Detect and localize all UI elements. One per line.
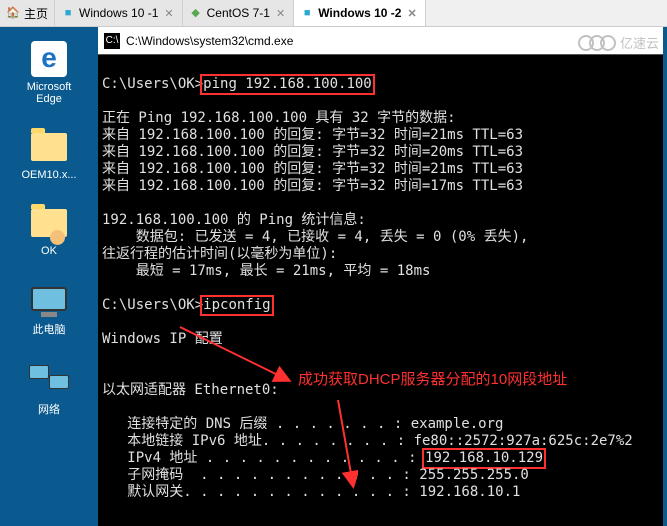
tab-label: Windows 10 -1 [79, 6, 158, 20]
edge-icon: e [29, 39, 69, 79]
tab-win10-1[interactable]: ■ Windows 10 -1 ✕ [55, 0, 183, 26]
close-icon[interactable]: ✕ [274, 7, 287, 20]
folder-icon [29, 127, 69, 167]
centos-icon: ◆ [189, 6, 203, 20]
cmd-output[interactable]: C:\Users\OK>ping 192.168.100.100 正在 Ping… [98, 55, 663, 526]
cmd-text: 来自 192.168.100.100 的回复: 字节=32 时间=17ms TT… [102, 178, 523, 194]
tab-home[interactable]: 🏠 主页 [0, 0, 55, 26]
cmd-text: 数据包: 已发送 = 4, 已接收 = 4, 丢失 = 0 (0% 丢失), [102, 229, 528, 245]
tab-win10-2[interactable]: ■ Windows 10 -2 ✕ [294, 0, 425, 26]
cmd-text: C:\Users\OK> [102, 76, 203, 92]
desktop-label: OK [9, 245, 89, 257]
highlight-ipv4-value: 192.168.10.129 [422, 448, 546, 469]
cmd-text: 正在 Ping 192.168.100.100 具有 32 字节的数据: [102, 110, 456, 126]
cmd-text: 本地链接 IPv6 地址. . . . . . . . : fe80::2572… [102, 433, 633, 449]
user-folder-icon [29, 203, 69, 243]
desktop-area: e Microsoft Edge OEM10.x... OK 此电脑 网络 [0, 27, 98, 526]
tab-centos7-1[interactable]: ◆ CentOS 7-1 ✕ [183, 0, 295, 26]
cmd-text: 往返行程的估计时间(以毫秒为单位): [102, 246, 337, 262]
cmd-text: 以太网适配器 Ethernet0: [102, 382, 279, 398]
cmd-text: 子网掩码 . . . . . . . . . . . . : 255.255.2… [102, 467, 529, 483]
tab-label: CentOS 7-1 [207, 6, 270, 20]
cmd-text: 192.168.100.100 的 Ping 统计信息: [102, 212, 366, 228]
highlight-ipconfig-cmd: ipconfig [200, 295, 273, 316]
tab-label: 主页 [24, 5, 48, 22]
cmd-text: 连接特定的 DNS 后缀 . . . . . . . : example.org [102, 416, 503, 432]
cmd-text: 最短 = 17ms, 最长 = 21ms, 平均 = 18ms [102, 263, 430, 279]
watermark-text: 亿速云 [620, 33, 659, 52]
desktop-label: OEM10.x... [9, 169, 89, 181]
desktop-label: 此电脑 [9, 321, 89, 337]
cmd-title-text: C:\Windows\system32\cmd.exe [126, 34, 293, 48]
cmd-text: 来自 192.168.100.100 的回复: 字节=32 时间=21ms TT… [102, 161, 523, 177]
cmd-text: 来自 192.168.100.100 的回复: 字节=32 时间=20ms TT… [102, 144, 523, 160]
cmd-text: C:\Users\OK> [102, 297, 203, 313]
desktop-item-edge[interactable]: e Microsoft Edge [9, 39, 89, 105]
desktop-item-network[interactable]: 网络 [9, 359, 89, 417]
highlight-ping-cmd: ping 192.168.100.100 [200, 74, 375, 95]
watermark: 亿速云 [583, 33, 659, 52]
desktop-item-this-pc[interactable]: 此电脑 [9, 279, 89, 337]
cmd-icon: C:\ [104, 33, 120, 49]
close-icon[interactable]: ✕ [405, 7, 418, 20]
windows-icon: ■ [300, 6, 314, 20]
home-icon: 🏠 [6, 6, 20, 20]
annotation-text: 成功获取DHCP服务器分配的10网段地址 [298, 371, 567, 388]
close-icon[interactable]: ✕ [162, 7, 175, 20]
cmd-text: 默认网关. . . . . . . . . . . . . : 192.168.… [102, 484, 520, 500]
tab-label: Windows 10 -2 [318, 6, 401, 20]
cmd-window: C:\ C:\Windows\system32\cmd.exe C:\Users… [98, 27, 663, 526]
network-icon [29, 359, 69, 399]
desktop-label: Edge [9, 93, 89, 105]
cmd-text: IPv4 地址 . . . . . . . . . . . . : [102, 450, 425, 466]
this-pc-icon [29, 279, 69, 319]
windows-icon: ■ [61, 6, 75, 20]
vm-tab-bar: 🏠 主页 ■ Windows 10 -1 ✕ ◆ CentOS 7-1 ✕ ■ … [0, 0, 667, 27]
cmd-text: Windows IP 配置 [102, 331, 223, 347]
desktop-item-user-folder[interactable]: OK [9, 203, 89, 257]
desktop-label: 网络 [9, 401, 89, 417]
desktop-item-oem-folder[interactable]: OEM10.x... [9, 127, 89, 181]
watermark-logo-icon [583, 35, 616, 51]
cmd-text: 来自 192.168.100.100 的回复: 字节=32 时间=21ms TT… [102, 127, 523, 143]
desktop-label: Microsoft [9, 81, 89, 93]
